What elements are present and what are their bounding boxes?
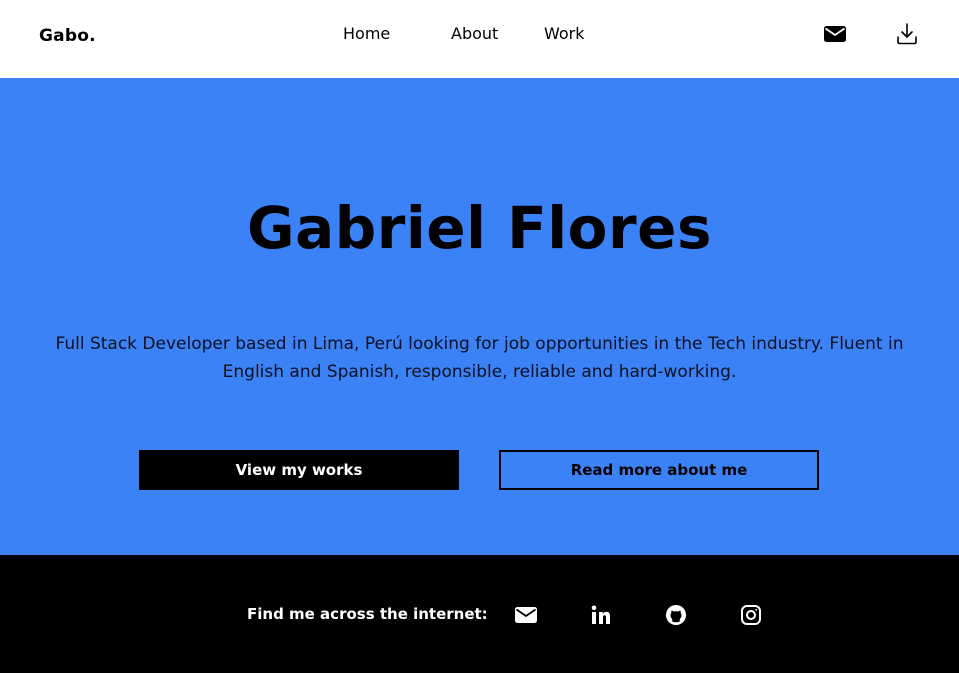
read-more-about-button[interactable]: Read more about me <box>499 450 819 490</box>
hero-title: Gabriel Flores <box>247 194 712 262</box>
mail-icon[interactable] <box>514 603 538 627</box>
hero-description: Full Stack Developer based in Lima, Perú… <box>55 334 904 382</box>
github-icon[interactable] <box>664 603 688 627</box>
hero-section: Gabriel Flores Full Stack Developer base… <box>0 78 959 555</box>
mail-icon[interactable] <box>823 22 849 46</box>
navbar: Gabo. Home About Work <box>0 0 959 78</box>
footer: Find me across the internet: <box>0 555 959 673</box>
download-icon[interactable] <box>895 22 921 46</box>
nav-link-home[interactable]: Home <box>343 24 390 43</box>
linkedin-icon[interactable] <box>589 603 613 627</box>
nav-link-work[interactable]: Work <box>544 24 585 43</box>
view-works-button[interactable]: View my works <box>139 450 459 490</box>
site-logo[interactable]: Gabo. <box>39 26 96 46</box>
instagram-icon[interactable] <box>739 603 763 627</box>
footer-label: Find me across the internet: <box>247 605 488 623</box>
nav-link-about[interactable]: About <box>451 24 498 43</box>
